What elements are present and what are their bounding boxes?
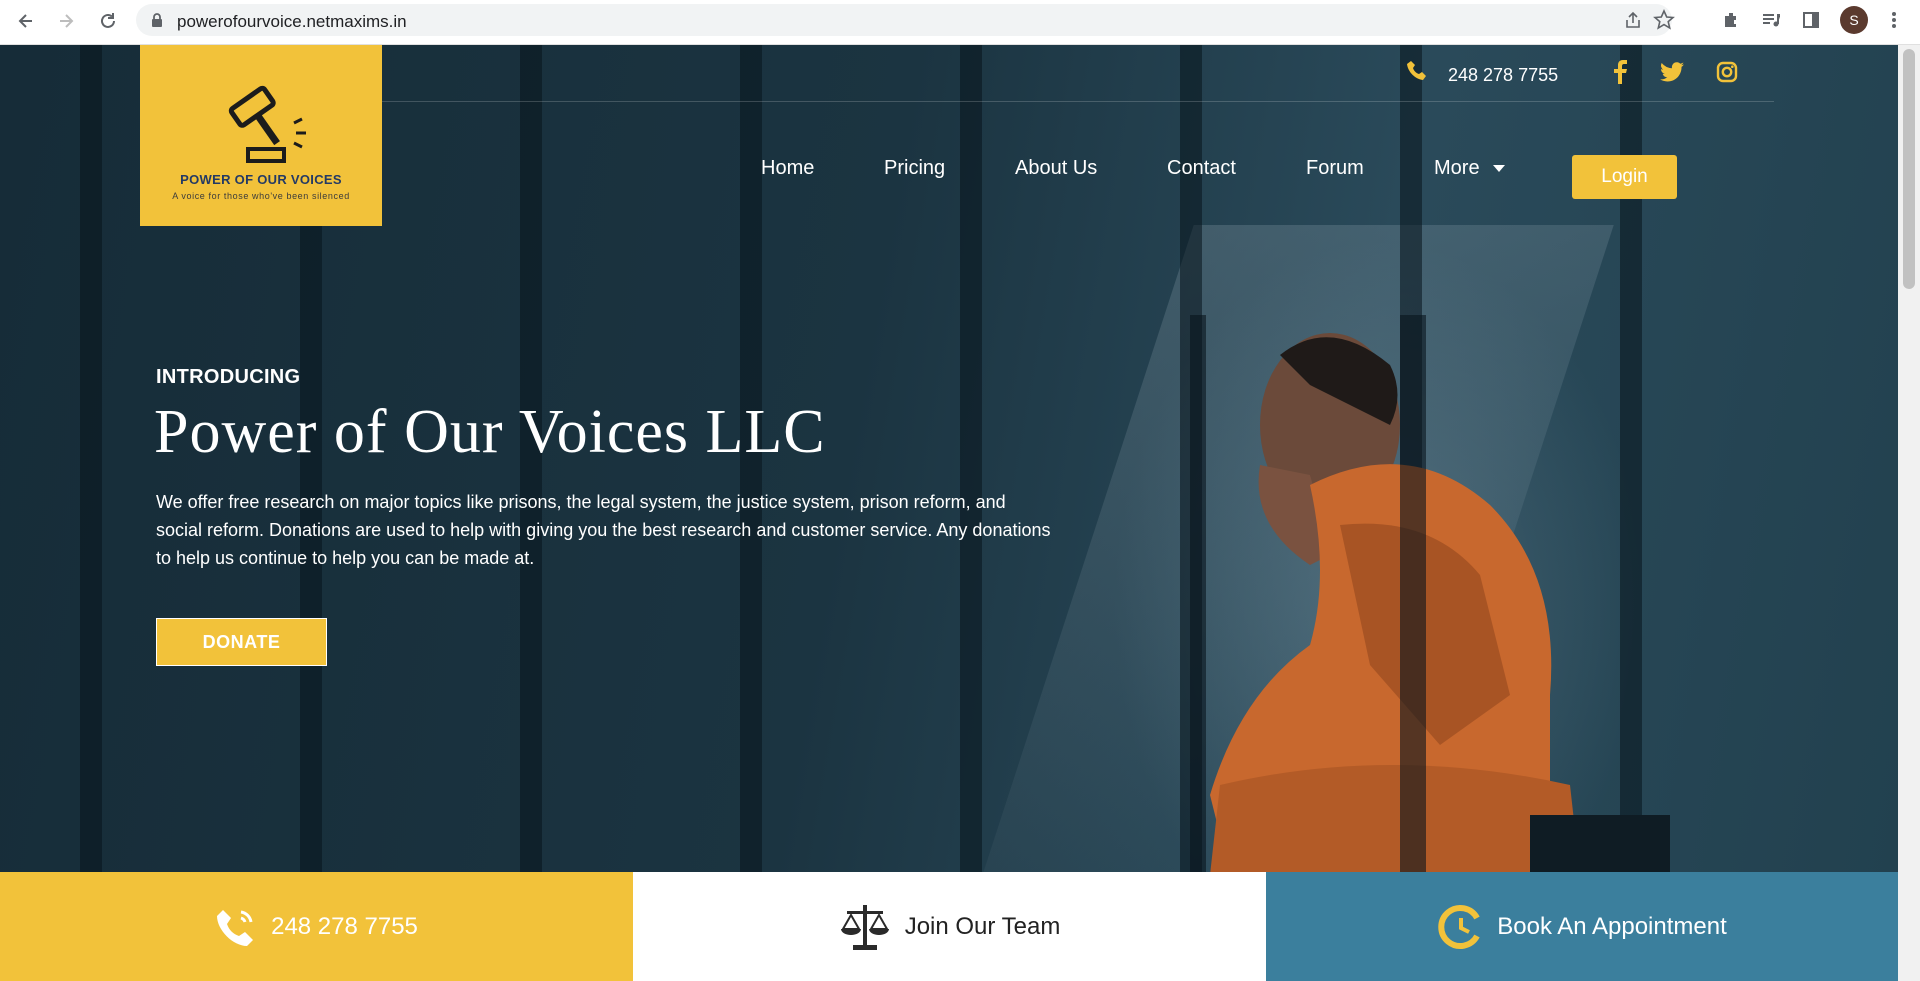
browser-toolbar: powerofourvoice.netmaxims.in S	[0, 0, 1920, 45]
lock-icon	[150, 12, 164, 33]
logo-tagline: A voice for those who've been silenced	[172, 191, 350, 201]
menu-kebab-icon[interactable]	[1883, 9, 1905, 31]
join-team-strip[interactable]: Join Our Team	[633, 872, 1266, 981]
profile-avatar[interactable]: S	[1840, 6, 1868, 34]
logo-title: POWER OF OUR VOICES	[180, 172, 342, 187]
hero-eyebrow: INTRODUCING	[156, 366, 301, 388]
share-icon[interactable]	[1623, 10, 1643, 35]
address-bar[interactable]: powerofourvoice.netmaxims.in	[136, 4, 1675, 36]
forward-icon[interactable]	[54, 9, 78, 33]
nav-contact[interactable]: Contact	[1167, 157, 1236, 180]
web-page: POWER OF OUR VOICES A voice for those wh…	[0, 45, 1898, 981]
prisoner-image	[1190, 315, 1670, 875]
nav-pricing[interactable]: Pricing	[884, 157, 945, 180]
nav-forum[interactable]: Forum	[1306, 157, 1364, 180]
nav-more[interactable]: More	[1434, 157, 1506, 180]
site-logo[interactable]: POWER OF OUR VOICES A voice for those wh…	[140, 45, 382, 226]
bar	[960, 45, 982, 872]
nav-more-label: More	[1434, 157, 1480, 179]
bar	[80, 45, 102, 872]
nav-about-us[interactable]: About Us	[1015, 157, 1097, 180]
scales-icon	[840, 904, 889, 950]
reload-icon[interactable]	[96, 9, 120, 33]
url-text: powerofourvoice.netmaxims.in	[177, 12, 407, 31]
gavel-icon	[228, 85, 306, 163]
twitter-icon[interactable]	[1659, 59, 1685, 85]
phone-call-icon	[217, 909, 254, 946]
login-button[interactable]: Login	[1572, 155, 1677, 199]
strip-phone: 248 278 7755	[271, 912, 418, 940]
strip-join: Join Our Team	[904, 912, 1061, 940]
extensions-icon[interactable]	[1720, 9, 1742, 31]
donate-button[interactable]: DONATE	[156, 618, 327, 666]
star-icon[interactable]	[1653, 9, 1675, 36]
instagram-icon[interactable]	[1714, 59, 1740, 85]
call-strip[interactable]: 248 278 7755	[0, 872, 633, 981]
phone-icon	[1406, 59, 1428, 81]
back-icon[interactable]	[14, 9, 38, 33]
facebook-icon[interactable]	[1607, 59, 1633, 85]
scrollbar[interactable]	[1898, 45, 1920, 981]
caret-down-icon	[1493, 164, 1506, 172]
sidepanel-icon[interactable]	[1800, 9, 1822, 31]
header-divider	[382, 101, 1774, 102]
media-icon[interactable]	[1760, 9, 1782, 31]
book-appointment-strip[interactable]: Book An Appointment	[1266, 872, 1898, 981]
strip-book: Book An Appointment	[1497, 912, 1727, 940]
hero-title: Power of Our Voices LLC	[154, 398, 826, 466]
hero-description: We offer free research on major topics l…	[156, 492, 1051, 568]
header-phone[interactable]: 248 278 7755	[1448, 65, 1558, 86]
nav-home[interactable]: Home	[761, 157, 814, 180]
scrollbar-thumb[interactable]	[1903, 49, 1915, 289]
clock-icon	[1438, 904, 1480, 949]
